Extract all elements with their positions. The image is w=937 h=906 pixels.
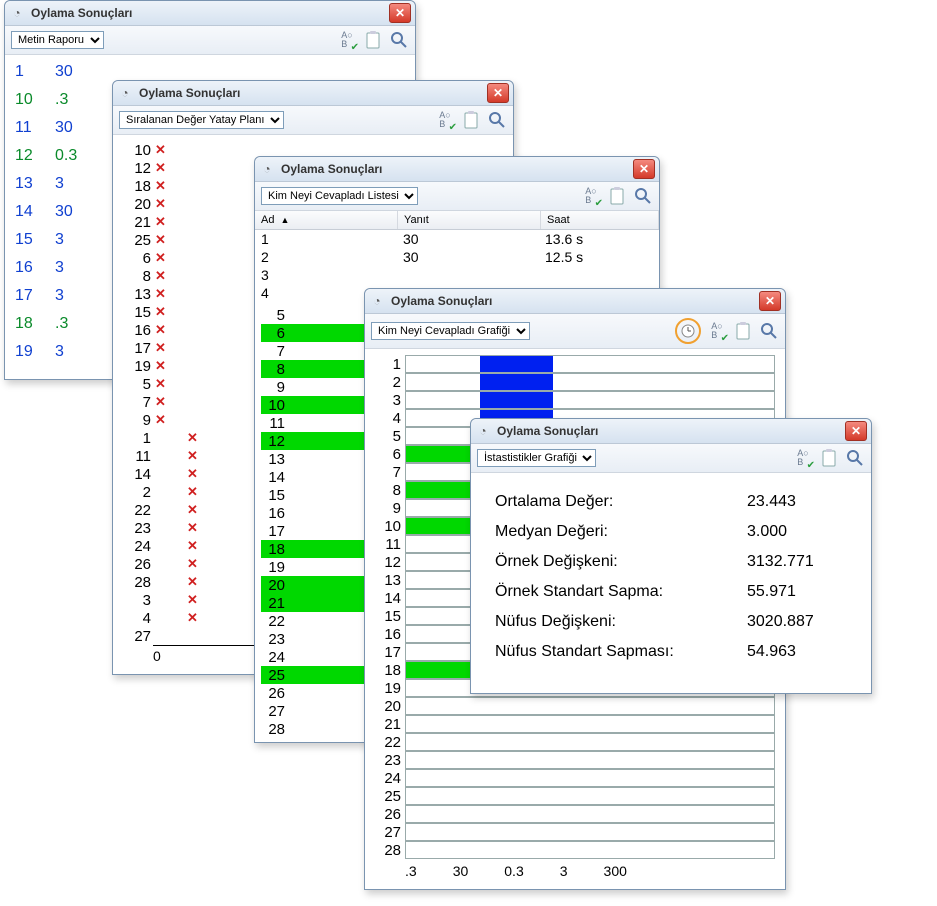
stat-row: Medyan Değeri:3.000	[495, 523, 847, 541]
stat-row: Nüfus Standart Sapması:54.963	[495, 643, 847, 661]
titlebar[interactable]: ◔ Oylama Sonuçları ✕	[255, 157, 659, 182]
table-row[interactable]: 23012.5 s	[255, 248, 659, 266]
chart-row: 21	[375, 715, 775, 733]
report-type-dropdown[interactable]: İstastistikler Grafiği	[477, 449, 596, 467]
magnify-icon[interactable]	[845, 448, 865, 468]
close-button[interactable]: ✕	[759, 291, 781, 311]
toolbar: Kim Neyi Cevapladı Listesi A○B✔	[255, 182, 659, 211]
report-type-dropdown[interactable]: Kim Neyi Cevapladı Grafiği	[371, 322, 530, 340]
titlebar[interactable]: ◔ Oylama Sonuçları ✕	[5, 1, 415, 26]
axis-tick: 0.3	[504, 863, 523, 879]
report-type-dropdown[interactable]: Kim Neyi Cevapladı Listesi	[261, 187, 418, 205]
clipboard-icon[interactable]	[733, 321, 753, 341]
clock-icon[interactable]	[675, 318, 701, 344]
table-row[interactable]: 3	[255, 266, 659, 284]
col-yanit[interactable]: Yanıt	[398, 211, 541, 229]
chart-row: 27	[375, 823, 775, 841]
axis-tick: .3	[405, 863, 417, 879]
titlebar[interactable]: ◔ Oylama Sonuçları ✕	[471, 419, 871, 444]
window-title: Oylama Sonuçları	[31, 6, 389, 20]
stat-value: 55.971	[747, 583, 847, 601]
x-axis: .3 30 0.3 3 300	[405, 859, 775, 879]
toolbar: Sıralanan Değer Yatay Planı A○B✔	[113, 106, 513, 135]
magnify-icon[interactable]	[487, 110, 507, 130]
ab-check-icon[interactable]: A○B✔	[707, 321, 727, 341]
chart-row: 2	[375, 373, 775, 391]
col-ad[interactable]: Ad▲	[255, 211, 398, 229]
titlebar[interactable]: ◔ Oylama Sonuçları ✕	[113, 81, 513, 106]
magnify-icon[interactable]	[759, 321, 779, 341]
stat-value: 3020.887	[747, 613, 847, 631]
chart-row: 23	[375, 751, 775, 769]
stat-row: Örnek Standart Sapma:55.971	[495, 583, 847, 601]
col-saat[interactable]: Saat	[541, 211, 659, 229]
table-row[interactable]: 13013.6 s	[255, 230, 659, 248]
table-header[interactable]: Ad▲ Yanıt Saat	[255, 211, 659, 230]
chart-row: 26	[375, 805, 775, 823]
stat-row: Nüfus Değişkeni:3020.887	[495, 613, 847, 631]
stat-value: 54.963	[747, 643, 847, 661]
stat-value: 3.000	[747, 523, 847, 541]
stat-row: Ortalama Değer:23.443	[495, 493, 847, 511]
stat-value: 23.443	[747, 493, 847, 511]
app-icon: ◔	[369, 293, 385, 309]
magnify-icon[interactable]	[633, 186, 653, 206]
clipboard-icon[interactable]	[461, 110, 481, 130]
toolbar: İstastistikler Grafiği A○B✔	[471, 444, 871, 473]
statistics-body: Ortalama Değer:23.443Medyan Değeri:3.000…	[471, 473, 871, 693]
app-icon: ◔	[9, 5, 25, 21]
chart-row: 3	[375, 391, 775, 409]
stat-row: Örnek Değişkeni:3132.771	[495, 553, 847, 571]
stat-label: Nüfus Standart Sapması:	[495, 643, 747, 661]
ab-check-icon[interactable]: A○B✔	[581, 186, 601, 206]
stat-label: Ortalama Değer:	[495, 493, 747, 511]
close-button[interactable]: ✕	[633, 159, 655, 179]
axis-tick: 3	[560, 863, 568, 879]
chart-row: 20	[375, 697, 775, 715]
stat-label: Örnek Standart Sapma:	[495, 583, 747, 601]
close-button[interactable]: ✕	[845, 421, 867, 441]
toolbar: Kim Neyi Cevapladı Grafiği A○B✔	[365, 314, 785, 349]
window-title: Oylama Sonuçları	[281, 162, 633, 176]
ab-check-icon[interactable]: A○B✔	[435, 110, 455, 130]
chart-row: 22	[375, 733, 775, 751]
stat-label: Nüfus Değişkeni:	[495, 613, 747, 631]
stat-value: 3132.771	[747, 553, 847, 571]
window-title: Oylama Sonuçları	[391, 294, 759, 308]
ab-check-icon[interactable]: A○B✔	[337, 30, 357, 50]
titlebar[interactable]: ◔ Oylama Sonuçları ✕	[365, 289, 785, 314]
axis-min: 0	[153, 648, 161, 664]
chart-row: 25	[375, 787, 775, 805]
app-icon: ◔	[475, 423, 491, 439]
close-button[interactable]: ✕	[389, 3, 411, 23]
chart-row: 24	[375, 769, 775, 787]
magnify-icon[interactable]	[389, 30, 409, 50]
axis-tick: 300	[604, 863, 627, 879]
stat-label: Örnek Değişkeni:	[495, 553, 747, 571]
clipboard-icon[interactable]	[819, 448, 839, 468]
text-row: 130	[15, 63, 405, 81]
ab-check-icon[interactable]: A○B✔	[793, 448, 813, 468]
app-icon: ◔	[259, 161, 275, 177]
report-type-dropdown[interactable]: Metin Raporu	[11, 31, 104, 49]
clipboard-icon[interactable]	[607, 186, 627, 206]
axis-tick: 30	[453, 863, 469, 879]
clipboard-icon[interactable]	[363, 30, 383, 50]
toolbar: Metin Raporu A○B✔	[5, 26, 415, 55]
close-button[interactable]: ✕	[487, 83, 509, 103]
app-icon: ◔	[117, 85, 133, 101]
chart-row: 1	[375, 355, 775, 373]
sort-asc-icon: ▲	[280, 215, 289, 225]
window-title: Oylama Sonuçları	[497, 424, 845, 438]
report-type-dropdown[interactable]: Sıralanan Değer Yatay Planı	[119, 111, 284, 129]
chart-row: 28	[375, 841, 775, 859]
window-title: Oylama Sonuçları	[139, 86, 487, 100]
stat-label: Medyan Değeri:	[495, 523, 747, 541]
